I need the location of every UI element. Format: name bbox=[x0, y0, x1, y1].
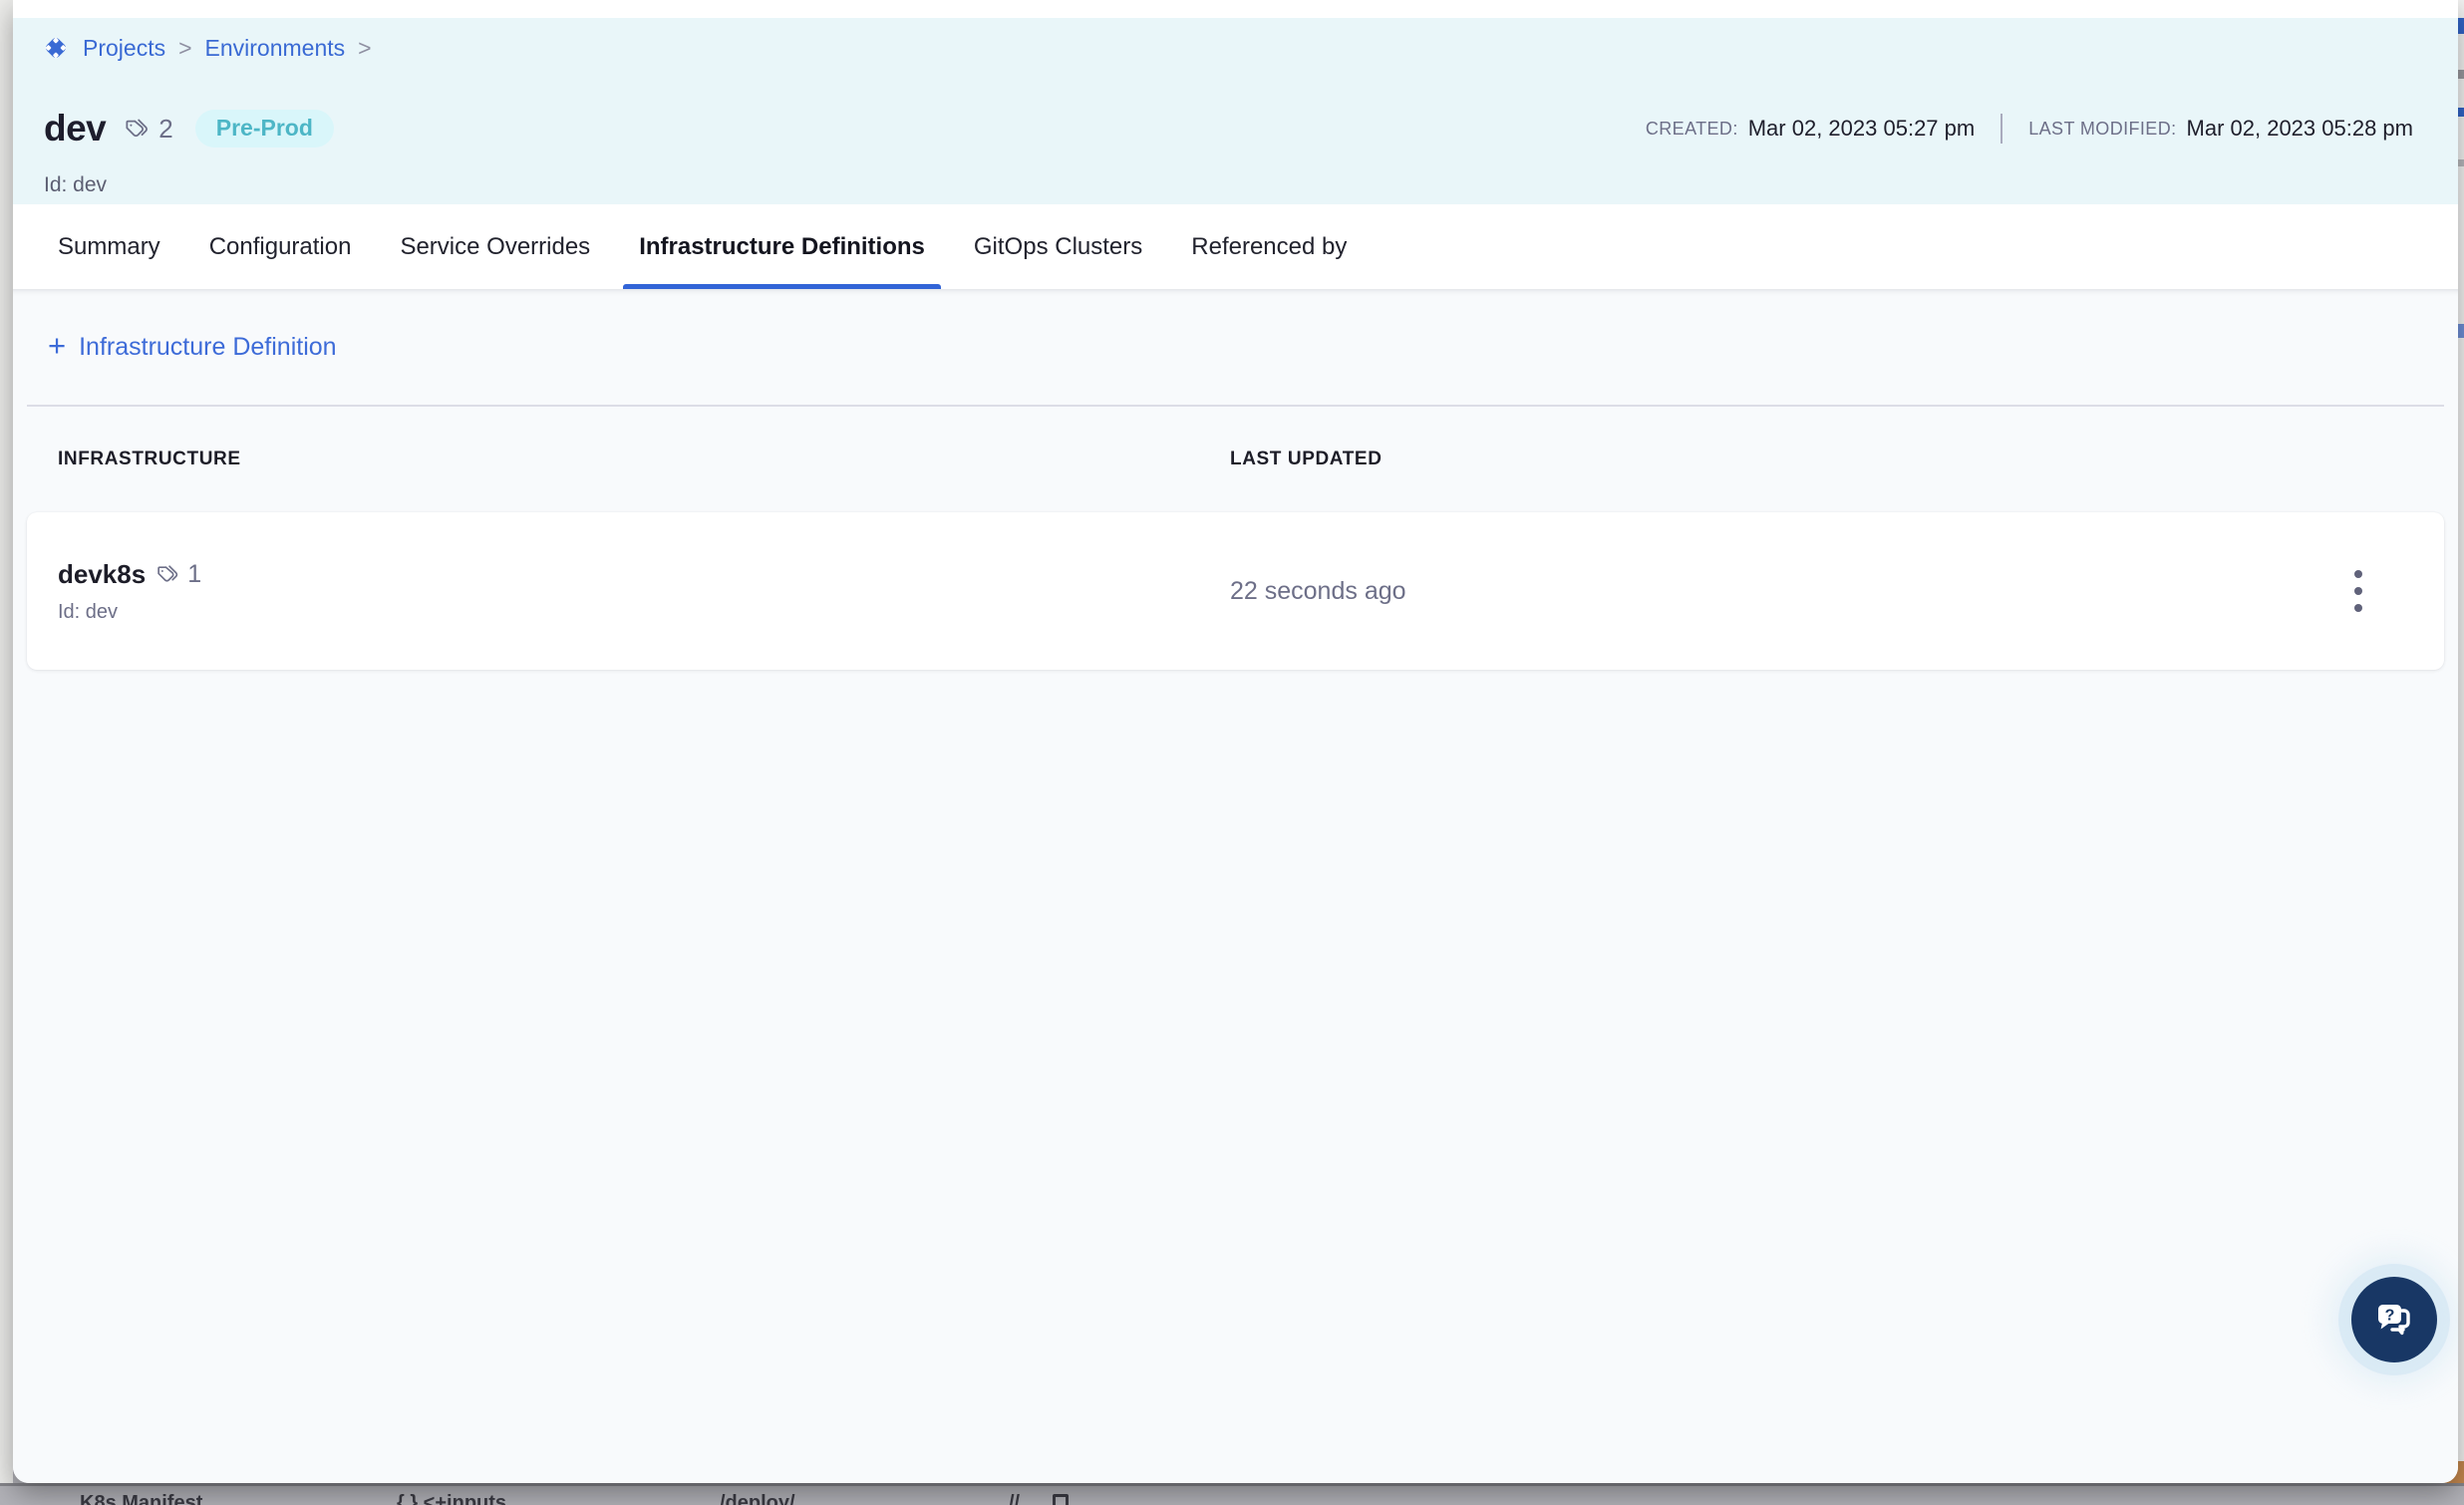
svg-text:?: ? bbox=[2385, 1308, 2395, 1325]
help-chat-icon: ? bbox=[2370, 1296, 2418, 1344]
meta-divider bbox=[2001, 114, 2002, 144]
breadcrumb-environments[interactable]: Environments bbox=[205, 35, 346, 62]
add-infrastructure-definition-button[interactable]: + Infrastructure Definition bbox=[48, 333, 337, 362]
last-updated-cell: 22 seconds ago bbox=[1230, 577, 1406, 606]
env-tags: 2 bbox=[124, 114, 172, 145]
sliver-dash bbox=[2457, 70, 2464, 79]
infrastructure-id: Id: dev bbox=[58, 601, 1230, 624]
background-window-bottom-strip: K8s Manifest { } <+inputs /deploy/ // bbox=[0, 1483, 2464, 1505]
table-row[interactable]: devk8s 1 Id: dev 22 seconds ago bbox=[27, 512, 2444, 670]
background-fragment: /deploy/ bbox=[720, 1492, 795, 1505]
tab-content: + Infrastructure Definition INFRASTRUCTU… bbox=[13, 289, 2458, 1483]
plus-icon: + bbox=[48, 330, 66, 361]
background-fragment: { } <+inputs bbox=[397, 1492, 506, 1505]
infrastructure-tag-count: 1 bbox=[187, 560, 201, 589]
breadcrumb-separator: > bbox=[358, 35, 371, 62]
row-options-menu-button[interactable] bbox=[2346, 562, 2370, 620]
table-header-row: INFRASTRUCTURE LAST UPDATED bbox=[13, 407, 2458, 512]
sliver-dash bbox=[2457, 324, 2464, 338]
background-fragment: K8s Manifest bbox=[80, 1492, 202, 1505]
tags-icon bbox=[124, 116, 151, 143]
copy-icon bbox=[1053, 1494, 1069, 1505]
toolbar: + Infrastructure Definition bbox=[27, 289, 2444, 407]
sliver-dash bbox=[2457, 18, 2464, 34]
help-button[interactable]: ? bbox=[2351, 1277, 2437, 1362]
tab-gitops-clusters[interactable]: GitOps Clusters bbox=[958, 204, 1158, 289]
project-icon bbox=[42, 34, 70, 62]
modified-label: LAST MODIFIED: bbox=[2028, 119, 2176, 140]
column-header-infrastructure: INFRASTRUCTURE bbox=[58, 449, 1230, 470]
page-title: dev bbox=[44, 108, 106, 150]
breadcrumb: Projects > Environments > bbox=[42, 34, 372, 62]
column-header-last-updated: LAST UPDATED bbox=[1230, 449, 1383, 470]
infrastructure-name: devk8s bbox=[58, 559, 146, 590]
tab-configuration[interactable]: Configuration bbox=[193, 204, 368, 289]
environment-header: Projects > Environments > dev 2 Pre-Prod bbox=[13, 18, 2458, 204]
app-window: Projects > Environments > dev 2 Pre-Prod bbox=[13, 0, 2458, 1483]
env-meta: CREATED: Mar 02, 2023 05:27 pm LAST MODI… bbox=[1646, 114, 2413, 144]
tab-infrastructure-definitions[interactable]: Infrastructure Definitions bbox=[623, 204, 941, 289]
background-window-left-sliver bbox=[0, 0, 13, 1483]
modified-value: Mar 02, 2023 05:28 pm bbox=[2187, 116, 2413, 142]
tab-referenced-by[interactable]: Referenced by bbox=[1175, 204, 1363, 289]
created-label: CREATED: bbox=[1646, 119, 1738, 140]
tab-service-overrides[interactable]: Service Overrides bbox=[384, 204, 606, 289]
title-row: dev 2 Pre-Prod CREATED: Mar 02, 2023 05:… bbox=[44, 108, 2413, 150]
tab-bar: Summary Configuration Service Overrides … bbox=[13, 204, 2458, 289]
created-value: Mar 02, 2023 05:27 pm bbox=[1748, 116, 1975, 142]
env-id: Id: dev bbox=[44, 173, 107, 197]
env-type-badge: Pre-Prod bbox=[195, 110, 334, 147]
background-fragment: // bbox=[1009, 1492, 1020, 1505]
sliver-dash bbox=[2457, 108, 2464, 117]
breadcrumb-separator: > bbox=[178, 35, 191, 62]
infrastructure-cell: devk8s 1 Id: dev bbox=[27, 559, 1230, 624]
env-tag-count: 2 bbox=[158, 114, 172, 145]
sliver-dash bbox=[2457, 159, 2464, 166]
background-window-right-sliver bbox=[2457, 0, 2464, 1483]
screenshot-root: K8s Manifest { } <+inputs /deploy/ // Pr… bbox=[0, 0, 2464, 1505]
breadcrumb-projects[interactable]: Projects bbox=[83, 35, 165, 62]
infrastructure-tags: 1 bbox=[155, 560, 201, 589]
tab-summary[interactable]: Summary bbox=[42, 204, 176, 289]
tags-icon bbox=[155, 562, 180, 587]
